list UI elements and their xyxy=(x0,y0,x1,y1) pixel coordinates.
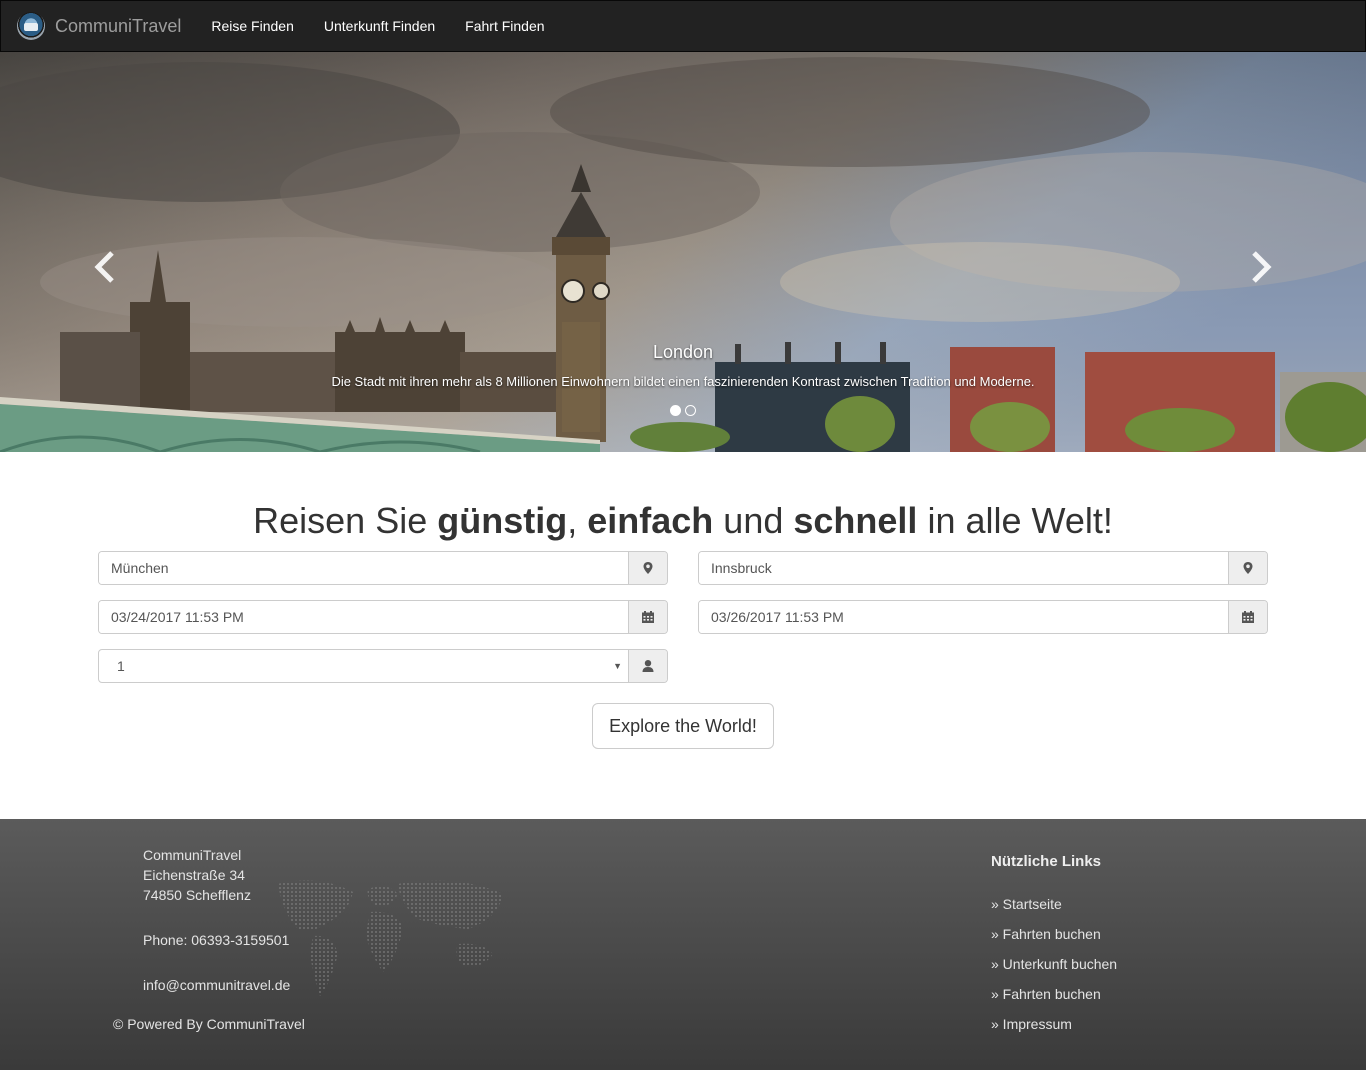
hero-carousel: London Die Stadt mit ihren mehr als 8 Mi… xyxy=(0,52,1366,452)
headline-bold: einfach xyxy=(587,500,714,541)
search-headline: Reisen Sie günstig, einfach und schnell … xyxy=(0,500,1366,542)
headline-bold: günstig xyxy=(437,500,568,541)
nav-unterkunft-finden[interactable]: Unterkunft Finden xyxy=(309,1,450,51)
footer: CommuniTravel Eichenstraße 34 74850 Sche… xyxy=(0,819,1366,1070)
persons-addon xyxy=(628,650,667,682)
depart-date-input[interactable] xyxy=(99,601,628,633)
footer-street: Eichenstraße 34 xyxy=(143,867,245,883)
map-marker-icon xyxy=(1243,562,1253,574)
footer-links-title: Nützliche Links xyxy=(991,853,1102,870)
logo-icon xyxy=(17,12,45,40)
brand-link[interactable]: CommuniTravel xyxy=(1,1,196,51)
calendar-icon xyxy=(642,611,654,623)
footer-link-fahrten-buchen[interactable]: » Fahrten buchen xyxy=(991,926,1101,942)
persons-select-value: 1 xyxy=(117,658,125,674)
footer-company: CommuniTravel xyxy=(143,847,242,863)
to-location-input[interactable] xyxy=(699,552,1228,584)
return-date-addon[interactable] xyxy=(1228,601,1267,633)
return-date-group xyxy=(698,600,1268,634)
persons-group: 1 ▼ xyxy=(98,649,668,683)
navbar: CommuniTravel Reise Finden Unterkunft Fi… xyxy=(0,0,1366,52)
map-marker-icon xyxy=(643,562,653,574)
chevron-right-icon[interactable] xyxy=(1240,247,1280,287)
footer-link-impressum[interactable]: » Impressum xyxy=(991,1016,1072,1032)
persons-select[interactable]: 1 ▼ xyxy=(99,650,628,682)
headline-text: , xyxy=(567,500,588,541)
carousel-caption-title: London xyxy=(652,342,714,362)
footer-link-startseite[interactable]: » Startseite xyxy=(991,896,1062,912)
to-location-addon[interactable] xyxy=(1228,552,1267,584)
nav-reise-finden[interactable]: Reise Finden xyxy=(196,1,309,51)
footer-powered: © Powered By CommuniTravel xyxy=(113,1016,305,1032)
headline-text: Reisen Sie xyxy=(253,500,438,541)
explore-button[interactable]: Explore the World! xyxy=(592,703,774,749)
footer-link-fahrten-buchen-2[interactable]: » Fahrten buchen xyxy=(991,986,1101,1002)
from-location-addon[interactable] xyxy=(628,552,667,584)
world-map-graphic xyxy=(278,880,503,996)
carousel-indicators xyxy=(0,405,1366,416)
to-location-group xyxy=(698,551,1268,585)
from-location-group xyxy=(98,551,668,585)
carousel-indicator-2[interactable] xyxy=(685,405,696,416)
user-icon xyxy=(642,660,654,672)
carousel-indicator-1[interactable] xyxy=(670,405,681,416)
headline-text: in alle Welt! xyxy=(917,500,1113,541)
carousel-slide-image xyxy=(0,52,1366,452)
from-location-input[interactable] xyxy=(99,552,628,584)
nav-fahrt-finden[interactable]: Fahrt Finden xyxy=(450,1,559,51)
calendar-icon xyxy=(1242,611,1254,623)
footer-link-unterkunft-buchen[interactable]: » Unterkunft buchen xyxy=(991,956,1117,972)
brand-name: CommuniTravel xyxy=(55,15,182,36)
headline-bold: schnell xyxy=(793,500,918,541)
carousel-caption-text: Die Stadt mit ihren mehr als 8 Millionen… xyxy=(331,374,1035,389)
nav-links: Reise Finden Unterkunft Finden Fahrt Fin… xyxy=(196,1,559,51)
footer-phone: Phone: 06393-3159501 xyxy=(143,932,290,948)
caret-down-icon: ▼ xyxy=(613,661,622,671)
return-date-input[interactable] xyxy=(699,601,1228,633)
footer-city: 74850 Schefflenz xyxy=(143,887,251,903)
footer-email[interactable]: info@communitravel.de xyxy=(143,975,290,995)
depart-date-addon[interactable] xyxy=(628,601,667,633)
headline-text: und xyxy=(713,500,794,541)
depart-date-group xyxy=(98,600,668,634)
chevron-left-icon[interactable] xyxy=(86,247,126,287)
